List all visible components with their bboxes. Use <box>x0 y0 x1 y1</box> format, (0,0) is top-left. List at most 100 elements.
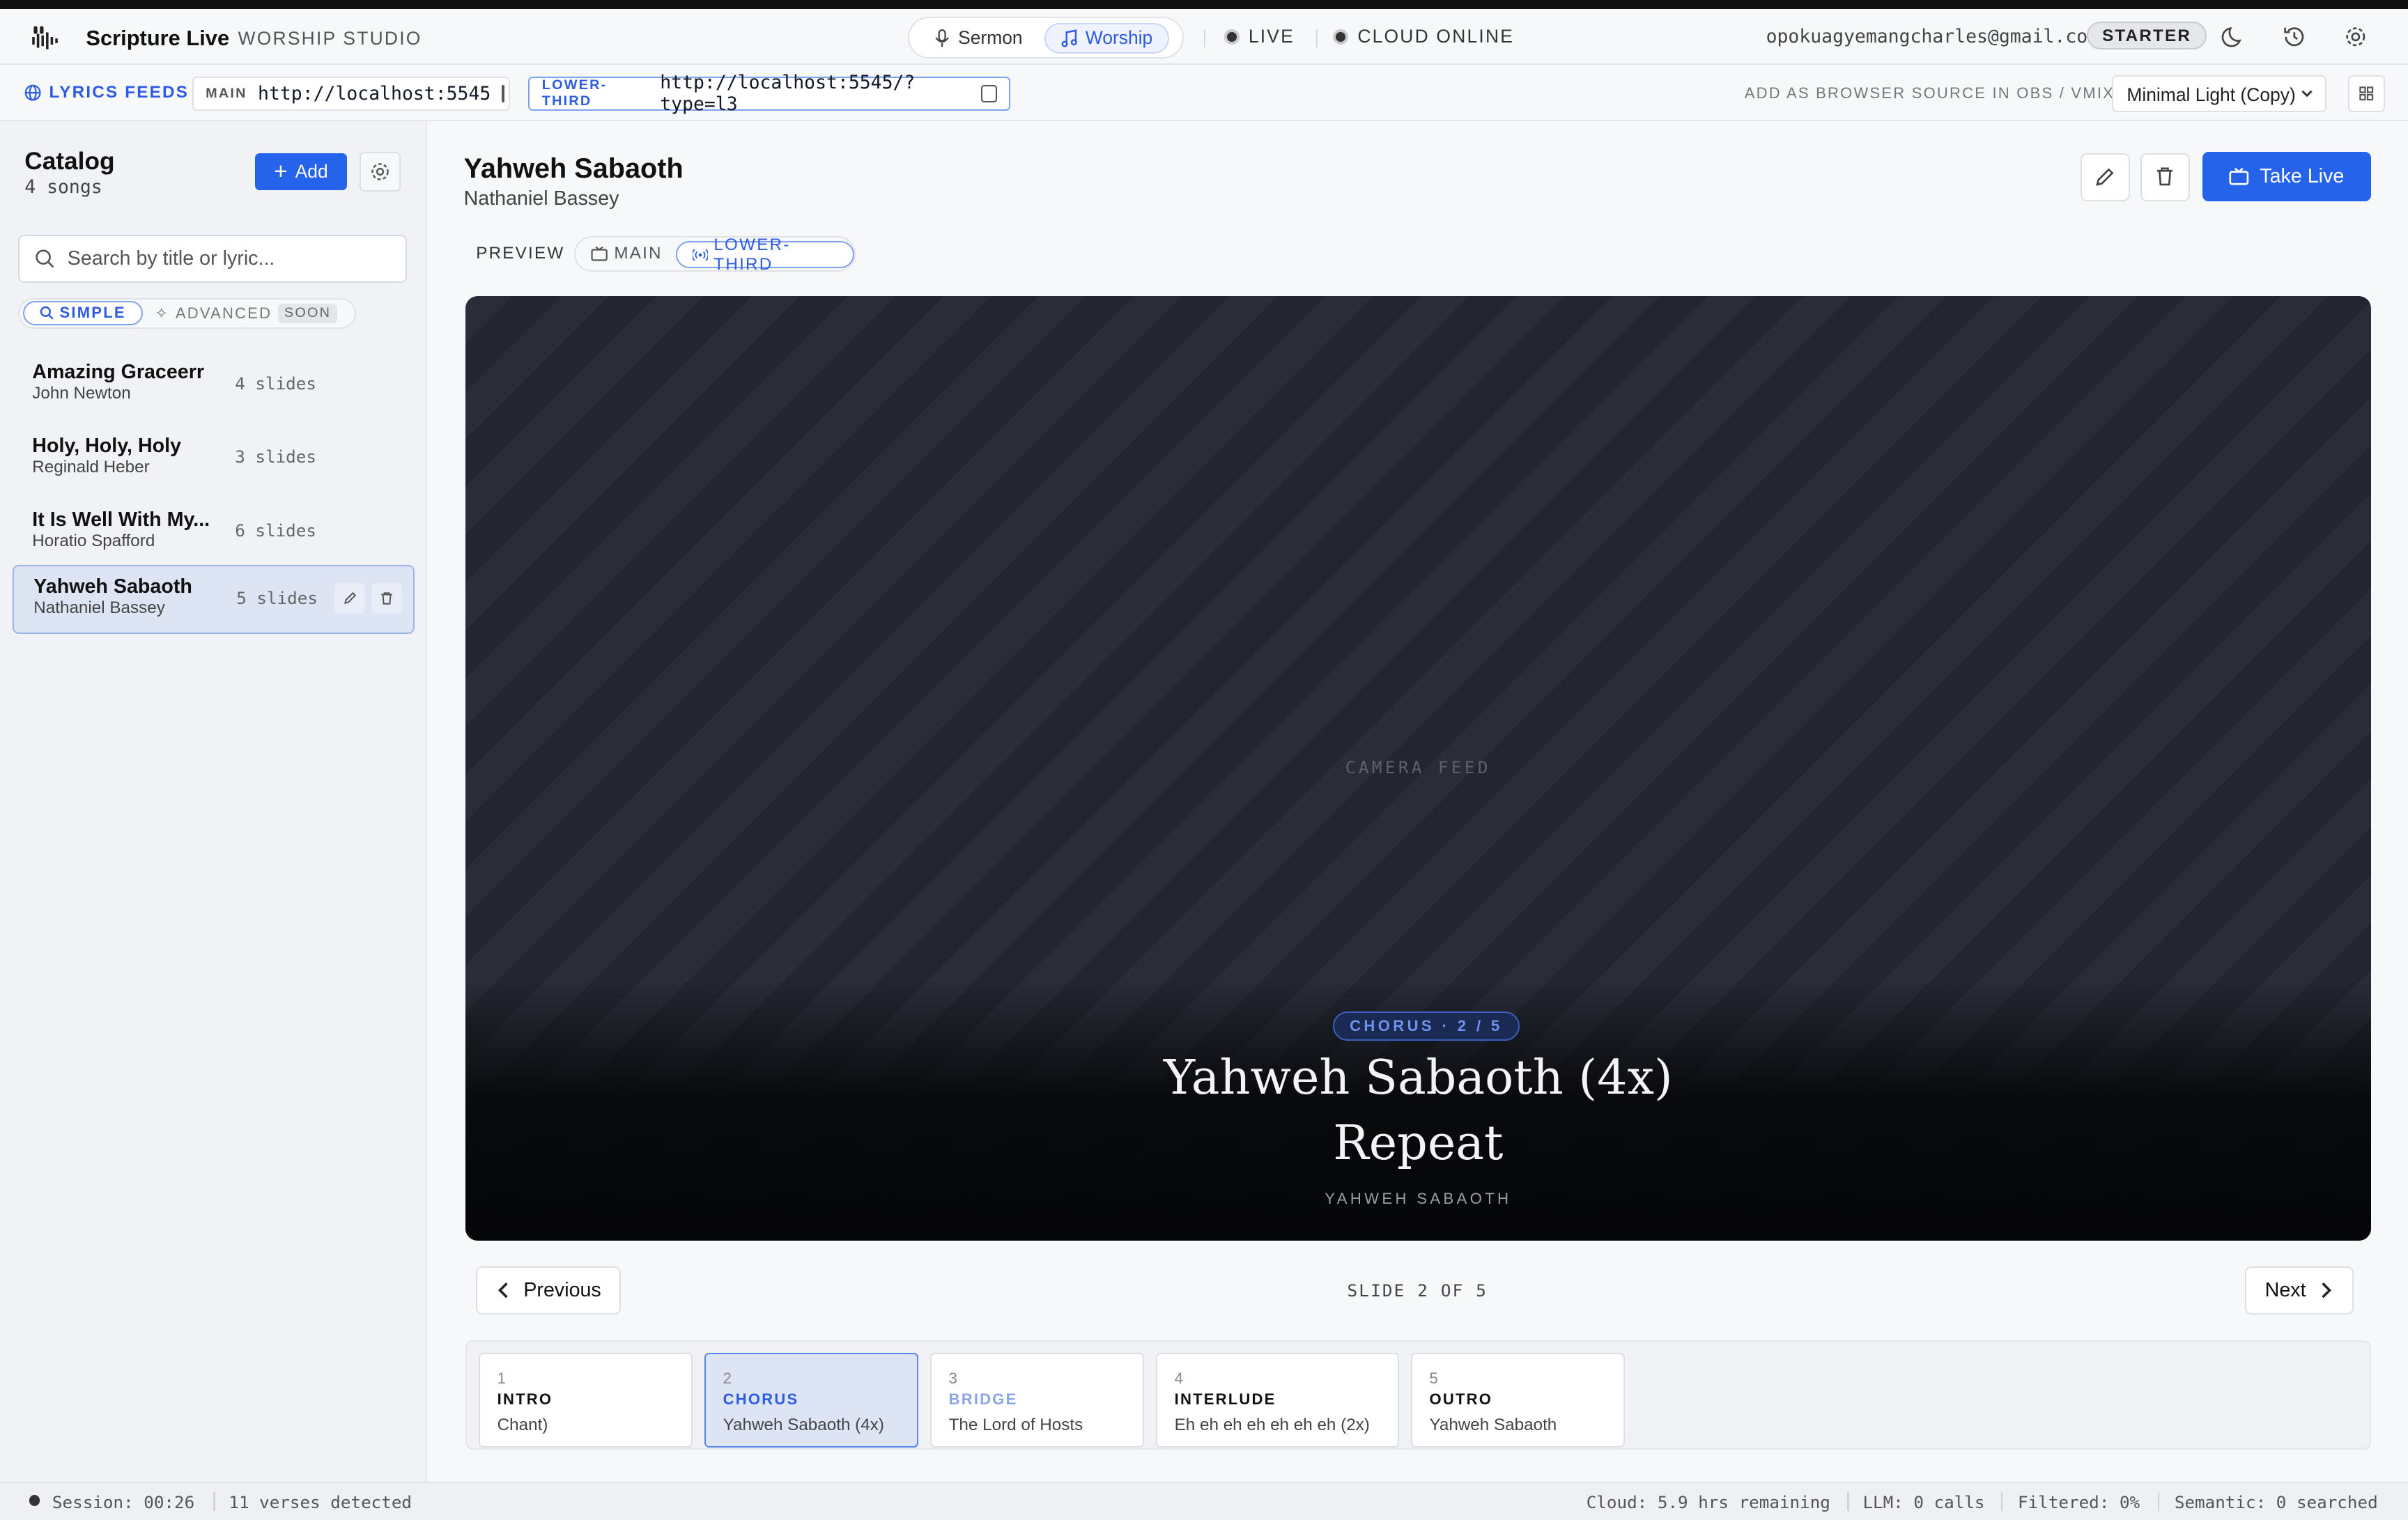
lyrics-feeds-bar: LYRICS FEEDS MAIN http://localhost:5545 … <box>0 64 2408 122</box>
studio-label: WORSHIP STUDIO <box>238 27 422 49</box>
preview-lower-third-tab[interactable]: LOWER-THIRD <box>675 235 854 274</box>
session-timer: Session: 00:26 <box>52 1492 195 1513</box>
song-item-yahweh-sabaoth[interactable]: Yahweh Sabaoth Nathaniel Bassey 5 slides <box>12 565 415 635</box>
song-author: Horatio Spafford <box>32 531 155 550</box>
mode-worship-label: Worship <box>1085 27 1153 49</box>
song-author: Nathaniel Bassey <box>33 598 165 618</box>
song-author: Reginald Heber <box>32 457 150 476</box>
status-divider <box>2157 1492 2159 1511</box>
trash-icon <box>2157 167 2173 186</box>
search-mode-advanced[interactable]: ✧ ADVANCED SOON <box>155 304 337 323</box>
song-item-amazing-grace[interactable]: Amazing Graceerr John Newton 4 slides <box>13 352 415 421</box>
song-item-holy-holy-holy[interactable]: Holy, Holy, Holy Reginald Heber 3 slides <box>13 426 415 495</box>
gear-icon <box>371 163 389 180</box>
grid-icon <box>2359 86 2374 101</box>
status-bar: Session: 00:26 11 verses detected Cloud:… <box>0 1481 2408 1520</box>
song-detail-panel: Yahweh Sabaoth Nathaniel Bassey Take Liv… <box>426 121 2408 1482</box>
song-slide-count: 6 slides <box>235 520 316 541</box>
cloud-dot-icon <box>1333 29 1349 45</box>
status-divider <box>2000 1492 2002 1511</box>
preview-lower-third-label: LOWER-THIRD <box>713 235 791 274</box>
catalog-search-placeholder: Search by title or lyric... <box>67 247 275 270</box>
pencil-icon <box>344 592 357 605</box>
edit-button[interactable] <box>2081 153 2130 201</box>
song-item-it-is-well[interactable]: It Is Well With My... Horatio Spafford 6… <box>13 499 415 568</box>
cloud-status: CLOUD ONLINE <box>1333 26 1514 47</box>
microphone-icon <box>935 29 949 47</box>
delete-song-button[interactable] <box>371 583 403 614</box>
section-pill: CHORUS · 2 / 5 <box>1333 1011 1520 1041</box>
main-feed-url-box: MAIN http://localhost:5545 <box>192 77 510 111</box>
slide-number: 3 <box>948 1369 957 1387</box>
plan-badge: STARTER <box>2087 21 2207 49</box>
slide-section: CHORUS <box>723 1390 799 1409</box>
delete-button[interactable] <box>2140 153 2190 201</box>
slide-preview-text: Yahweh Sabaoth <box>1429 1415 1557 1434</box>
song-slide-count: 3 slides <box>235 447 316 467</box>
app-logo-icon <box>32 26 58 49</box>
live-dot-icon <box>1224 29 1240 45</box>
filtered-rate: Filtered: 0% <box>2018 1492 2140 1513</box>
lyrics-feeds-label: LYRICS FEEDS <box>24 83 189 102</box>
take-live-button[interactable]: Take Live <box>2202 152 2371 201</box>
theme-select[interactable]: Minimal Light (Copy) <box>2111 75 2327 112</box>
cloud-remaining: Cloud: 5.9 hrs remaining <box>1586 1492 1830 1513</box>
globe-icon <box>24 84 41 101</box>
chevron-down-icon <box>2301 90 2313 98</box>
slide-number: 4 <box>1174 1369 1183 1387</box>
slide-number: 1 <box>497 1369 506 1387</box>
sparkle-icon: ✧ <box>155 304 170 322</box>
search-mode-simple-label: SIMPLE <box>59 304 126 322</box>
slide-number: 2 <box>723 1369 732 1387</box>
obs-hint: ADD AS BROWSER SOURCE IN OBS / VMIX <box>1744 84 2115 102</box>
slide-card-outro[interactable]: 5 OUTRO Yahweh Sabaoth <box>1411 1352 1625 1448</box>
music-note-icon <box>1061 29 1077 47</box>
llm-calls: LLM: 0 calls <box>1862 1492 1985 1513</box>
cloud-label: CLOUD ONLINE <box>1357 26 1515 47</box>
history-icon[interactable] <box>2280 23 2308 51</box>
app-header: Scripture Live WORSHIP STUDIO Sermon Wor… <box>0 9 2408 65</box>
mode-switch: Sermon Worship <box>907 17 1184 59</box>
edit-song-button[interactable] <box>334 583 366 614</box>
slide-card-intro[interactable]: 1 INTRO Chant) <box>479 1352 693 1448</box>
copy-icon[interactable] <box>980 85 997 102</box>
settings-gear-icon[interactable] <box>2342 23 2370 51</box>
layout-grid-button[interactable] <box>2347 75 2385 112</box>
slide-section: INTRO <box>497 1390 553 1409</box>
lyric-line-2: Repeat <box>1333 1116 1504 1172</box>
header-divider <box>1315 29 1318 48</box>
live-status: LIVE <box>1224 26 1295 47</box>
slide-card-bridge[interactable]: 3 BRIDGE The Lord of Hosts <box>930 1352 1144 1448</box>
song-slide-count: 5 slides <box>236 587 318 608</box>
song-author-subtitle: Nathaniel Bassey <box>463 187 619 210</box>
slide-card-interlude[interactable]: 4 INTERLUDE Eh eh eh eh eh eh eh (2x) <box>1156 1352 1399 1448</box>
song-title: Amazing Graceerr <box>32 360 204 383</box>
catalog-count: 4 songs <box>24 176 102 199</box>
mode-sermon-button[interactable]: Sermon <box>918 23 1038 54</box>
window-top-strip <box>0 0 2408 10</box>
live-label: LIVE <box>1248 26 1295 47</box>
search-mode-advanced-label: ADVANCED <box>175 304 272 322</box>
broadcast-icon <box>692 248 708 261</box>
plus-icon: + <box>274 158 288 185</box>
copy-icon[interactable] <box>501 85 504 102</box>
semantic-searches: Semantic: 0 searched <box>2174 1492 2378 1513</box>
next-slide-button[interactable]: Next <box>2245 1266 2354 1315</box>
catalog-search-input[interactable]: Search by title or lyric... <box>18 235 408 283</box>
add-song-button[interactable]: + Add <box>254 153 348 191</box>
status-divider <box>1847 1492 1849 1511</box>
catalog-settings-button[interactable] <box>359 152 401 192</box>
slide-preview-text: Eh eh eh eh eh eh eh (2x) <box>1174 1415 1370 1434</box>
song-author: John Newton <box>32 383 131 403</box>
preview-main-tab[interactable]: MAIN <box>591 244 662 263</box>
mode-worship-button[interactable]: Worship <box>1044 22 1170 54</box>
slide-card-chorus[interactable]: 2 CHORUS Yahweh Sabaoth (4x) <box>704 1352 918 1448</box>
status-divider <box>213 1492 215 1511</box>
moon-icon[interactable] <box>2221 23 2248 51</box>
search-mode-simple[interactable]: SIMPLE <box>22 300 143 326</box>
session-dot-icon <box>29 1495 40 1506</box>
next-label: Next <box>2264 1278 2306 1301</box>
lower-third-song-title: YAHWEH SABAOTH <box>1325 1190 1512 1208</box>
pencil-icon <box>2096 168 2114 187</box>
song-slide-count: 4 slides <box>235 373 316 394</box>
